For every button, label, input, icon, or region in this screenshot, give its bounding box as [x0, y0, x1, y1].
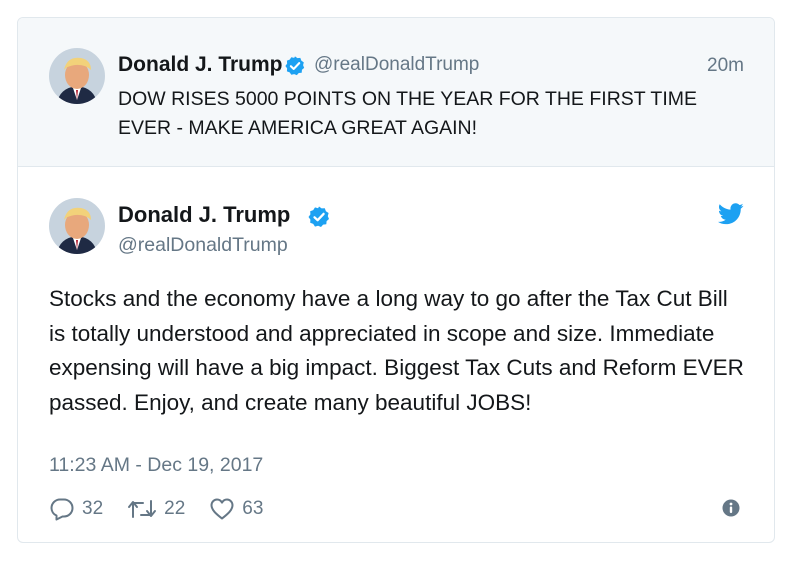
tweet-actions: 32 22 63	[49, 496, 287, 522]
quoted-avatar[interactable]	[49, 48, 105, 104]
quoted-author-name[interactable]: Donald J. Trump	[118, 53, 283, 77]
twitter-bird-icon[interactable]	[717, 203, 744, 230]
like-button[interactable]: 63	[209, 497, 263, 521]
tweet-card: Donald J. Trump @realDonaldTrump 20m DOW…	[17, 17, 775, 543]
heart-icon	[210, 498, 234, 520]
retweet-count: 22	[164, 498, 186, 519]
verified-badge-icon	[307, 205, 331, 234]
quoted-handle[interactable]: @realDonaldTrump	[314, 54, 479, 76]
author-handle[interactable]: @realDonaldTrump	[118, 234, 288, 257]
quoted-tweet-text: DOW RISES 5000 POINTS ON THE YEAR FOR TH…	[118, 88, 697, 139]
info-icon[interactable]	[722, 499, 740, 522]
quoted-tweet[interactable]: Donald J. Trump @realDonaldTrump 20m DOW…	[18, 18, 774, 167]
reply-button[interactable]: 32	[49, 497, 103, 521]
quoted-time[interactable]: 20m	[707, 55, 744, 77]
retweet-button[interactable]: 22	[127, 497, 185, 521]
reply-icon	[50, 498, 74, 521]
like-count: 63	[242, 498, 264, 519]
author-avatar[interactable]	[49, 198, 105, 254]
reply-count: 32	[82, 498, 104, 519]
author-name[interactable]: Donald J. Trump	[118, 202, 290, 228]
verified-badge-icon	[284, 55, 306, 82]
retweet-icon	[128, 500, 157, 518]
tweet-timestamp[interactable]: 11:23 AM - Dec 19, 2017	[49, 454, 263, 477]
tweet-text: Stocks and the economy have a long way t…	[49, 286, 744, 415]
